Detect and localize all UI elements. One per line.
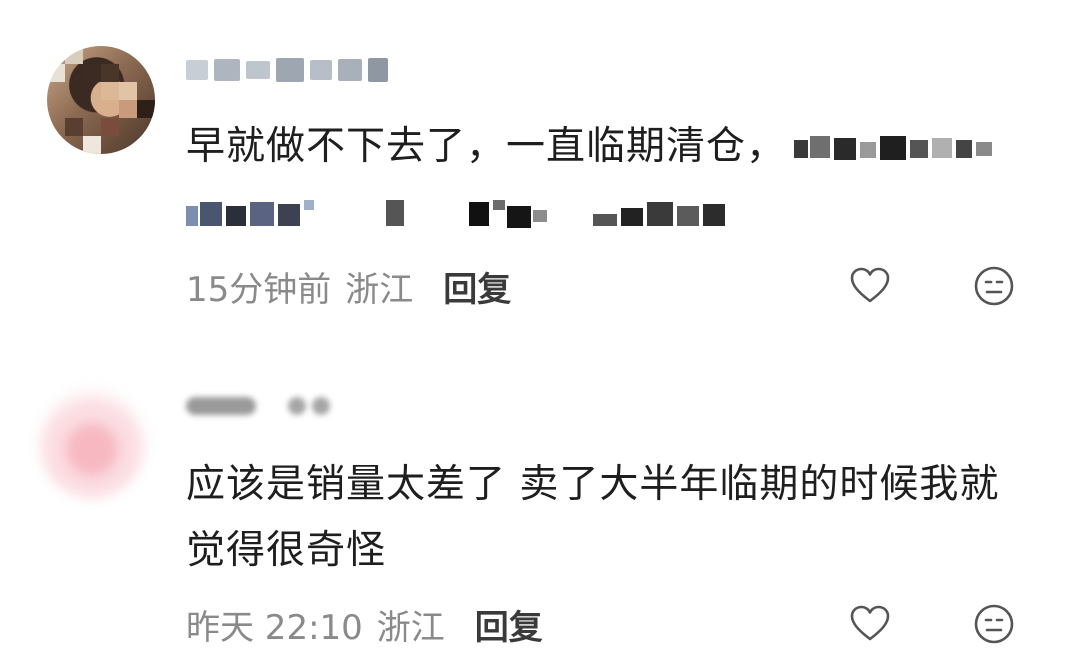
comment-text: 早就做不下去了，一直临期清仓， xyxy=(186,114,1046,246)
location: 浙江 xyxy=(345,269,414,310)
location: 浙江 xyxy=(376,607,445,648)
neutral-face-icon[interactable] xyxy=(972,602,1016,646)
comment-text: 应该是销量太差了 卖了大半年临期的时候我就 觉得很奇怪 xyxy=(186,452,1046,584)
username-censored[interactable] xyxy=(186,395,336,423)
timestamp: 15分钟前 xyxy=(186,269,332,310)
neutral-face-icon[interactable] xyxy=(972,264,1016,308)
avatar[interactable] xyxy=(38,390,146,498)
avatar[interactable] xyxy=(47,46,155,154)
comment-line: 觉得很奇怪 xyxy=(186,528,387,573)
comment-item: 早就做不下去了，一直临期清仓， 15分钟前 浙江 回复 xyxy=(0,0,1080,330)
comment-item: 应该是销量太差了 卖了大半年临期的时候我就 觉得很奇怪 昨天 22:10 浙江 … xyxy=(0,365,1080,667)
heart-icon[interactable] xyxy=(848,264,892,308)
comment-line: 应该是销量太差了 卖了大半年临期的时候我就 xyxy=(186,462,1000,507)
comment-meta: 15分钟前 浙江 回复 xyxy=(186,262,511,311)
comment-line: 早就做不下去了，一直临期清仓， xyxy=(186,124,787,169)
reply-button[interactable]: 回复 xyxy=(475,600,543,649)
comment-meta: 昨天 22:10 浙江 回复 xyxy=(186,600,543,649)
censored-text xyxy=(592,198,733,232)
username-censored[interactable] xyxy=(186,58,394,86)
heart-icon[interactable] xyxy=(848,602,892,646)
censored-text xyxy=(186,198,416,232)
censored-text xyxy=(469,198,559,232)
timestamp: 昨天 22:10 xyxy=(186,607,363,648)
censored-text xyxy=(794,132,994,166)
reply-button[interactable]: 回复 xyxy=(443,262,511,311)
